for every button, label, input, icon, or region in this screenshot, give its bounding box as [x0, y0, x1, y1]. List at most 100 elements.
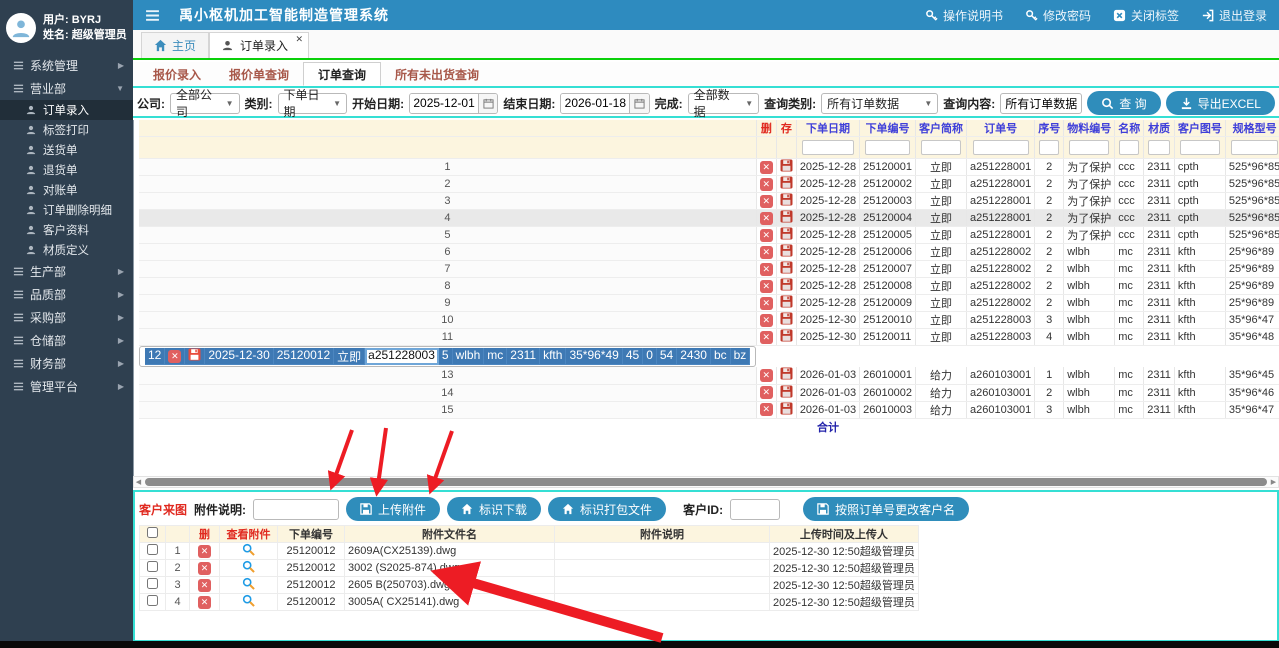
- grid-cell[interactable]: a251228001: [967, 227, 1035, 244]
- grid-cell[interactable]: 2025-12-28: [796, 261, 859, 278]
- grid-cell[interactable]: 2025-12-28: [796, 227, 859, 244]
- sidebar-item-14[interactable]: 财务部▶: [0, 352, 133, 375]
- grid-cell[interactable]: a251228001: [967, 176, 1035, 193]
- grid-cell[interactable]: wlbh: [1064, 401, 1115, 418]
- grid-cell[interactable]: 立即: [916, 210, 967, 227]
- order-row-9[interactable]: 10✕2025-12-3025120010立即a2512280033wlbhmc…: [139, 312, 1279, 329]
- grid-header-9[interactable]: 名称: [1115, 120, 1144, 137]
- grid-cell[interactable]: 525*96*85: [1225, 210, 1279, 227]
- grid-cell[interactable]: 2: [1035, 278, 1064, 295]
- grid-cell[interactable]: mc: [1115, 244, 1144, 261]
- order-row-11[interactable]: 12✕2025-12-3025120012立即a2512280035wlbhmc…: [139, 346, 756, 367]
- grid-cell[interactable]: bc: [711, 348, 731, 365]
- delete-row-icon[interactable]: ✕: [760, 314, 773, 327]
- grid-cell[interactable]: a251228003: [365, 348, 439, 365]
- save-row-icon[interactable]: [780, 402, 793, 415]
- row-checkbox[interactable]: [147, 544, 158, 555]
- grid-cell[interactable]: kfth: [1174, 367, 1225, 384]
- sidebar-item-3[interactable]: 标签打印: [0, 120, 133, 140]
- grid-cell[interactable]: 25120011: [860, 329, 916, 346]
- grid-cell[interactable]: wlbh: [1064, 312, 1115, 329]
- save-row-icon[interactable]: [780, 329, 793, 342]
- label-package-button[interactable]: 标识打包文件: [548, 497, 666, 521]
- grid-cell[interactable]: wlbh: [1064, 367, 1115, 384]
- grid-cell[interactable]: 4: [1035, 329, 1064, 346]
- delete-row-icon[interactable]: ✕: [168, 350, 181, 363]
- horizontal-scrollbar[interactable]: ◀ ▶: [133, 476, 1279, 488]
- grid-cell[interactable]: 2025-12-30: [205, 348, 273, 365]
- grid-cell[interactable]: 26010001: [860, 367, 916, 384]
- save-row-icon[interactable]: [780, 367, 793, 380]
- delete-row-icon[interactable]: ✕: [760, 229, 773, 242]
- grid-cell[interactable]: mc: [1115, 401, 1144, 418]
- grid-cell[interactable]: 25120002: [860, 176, 916, 193]
- grid-cell[interactable]: kfth: [1174, 401, 1225, 418]
- grid-cell[interactable]: kfth: [1174, 384, 1225, 401]
- grid-cell[interactable]: 2311: [1144, 384, 1175, 401]
- grid-cell[interactable]: 2025-12-28: [796, 159, 859, 176]
- scroll-right-arrow[interactable]: ▶: [1269, 478, 1278, 486]
- grid-cell[interactable]: 35*96*47: [1225, 312, 1279, 329]
- delete-row-icon[interactable]: ✕: [760, 178, 773, 191]
- grid-cell[interactable]: 2026-01-03: [796, 367, 859, 384]
- grid-cell[interactable]: 2311: [1144, 210, 1175, 227]
- grid-cell[interactable]: 立即: [916, 159, 967, 176]
- grid-cell[interactable]: 2311: [1144, 261, 1175, 278]
- nav-action-3[interactable]: 退出登录: [1201, 7, 1267, 24]
- save-row-icon[interactable]: [780, 210, 793, 223]
- grid-cell[interactable]: 为了保护: [1064, 193, 1115, 210]
- grid-cell[interactable]: 2311: [1144, 176, 1175, 193]
- hamburger-menu-icon[interactable]: [145, 9, 161, 22]
- grid-cell[interactable]: 为了保护: [1064, 176, 1115, 193]
- grid-cell[interactable]: 2311: [1144, 193, 1175, 210]
- grid-cell[interactable]: 2311: [1144, 312, 1175, 329]
- sidebar-item-1[interactable]: 营业部▼: [0, 77, 133, 100]
- grid-cell[interactable]: 25120012: [274, 348, 334, 365]
- grid-cell[interactable]: kfth: [1174, 244, 1225, 261]
- grid-cell[interactable]: ccc: [1115, 227, 1144, 244]
- grid-cell[interactable]: 2: [1035, 159, 1064, 176]
- select-all-checkbox[interactable]: [147, 527, 158, 538]
- grid-header-2[interactable]: 存: [776, 120, 796, 137]
- grid-cell[interactable]: 2311: [1144, 329, 1175, 346]
- grid-filter-input-12[interactable]: [1231, 140, 1278, 155]
- delete-attachment-icon[interactable]: ✕: [198, 596, 211, 609]
- grid-cell[interactable]: 1: [1035, 367, 1064, 384]
- grid-cell[interactable]: 525*96*85: [1225, 227, 1279, 244]
- grid-cell[interactable]: 5: [439, 348, 453, 365]
- grid-cell[interactable]: kfth: [1174, 312, 1225, 329]
- grid-cell[interactable]: a251228002: [967, 244, 1035, 261]
- grid-cell[interactable]: 25120008: [860, 278, 916, 295]
- grid-cell[interactable]: 2026-01-03: [796, 384, 859, 401]
- delete-attachment-icon[interactable]: ✕: [198, 545, 211, 558]
- grid-cell[interactable]: 25120005: [860, 227, 916, 244]
- grid-cell[interactable]: a251228003: [967, 329, 1035, 346]
- save-row-icon[interactable]: [780, 227, 793, 240]
- label-download-button[interactable]: 标识下载: [447, 497, 541, 521]
- delete-row-icon[interactable]: ✕: [760, 297, 773, 310]
- subtab-0[interactable]: 报价录入: [139, 62, 215, 86]
- grid-cell[interactable]: 立即: [916, 329, 967, 346]
- attachment-row-2[interactable]: 3 ✕ 25120012 2605 B(250703).dwg 2025-12-…: [140, 577, 919, 594]
- grid-cell[interactable]: 54: [657, 348, 677, 365]
- grid-cell[interactable]: bz: [731, 348, 751, 365]
- order-row-10[interactable]: 11✕2025-12-3025120011立即a2512280034wlbhmc…: [139, 329, 1279, 346]
- delete-row-icon[interactable]: ✕: [760, 403, 773, 416]
- grid-cell[interactable]: 给力: [916, 401, 967, 418]
- grid-cell[interactable]: 525*96*85: [1225, 159, 1279, 176]
- grid-cell[interactable]: 45: [623, 348, 643, 365]
- grid-filter-input-3[interactable]: [802, 140, 854, 155]
- sidebar-item-5[interactable]: 退货单: [0, 160, 133, 180]
- grid-cell[interactable]: a251228002: [967, 295, 1035, 312]
- grid-cell[interactable]: 25*96*89: [1225, 244, 1279, 261]
- grid-cell[interactable]: 2311: [1144, 367, 1175, 384]
- grid-cell[interactable]: 2025-12-28: [796, 176, 859, 193]
- tab-0[interactable]: 主页: [141, 32, 209, 58]
- grid-cell[interactable]: 为了保护: [1064, 210, 1115, 227]
- sidebar-item-13[interactable]: 仓储部▶: [0, 329, 133, 352]
- grid-cell[interactable]: 2025-12-30: [796, 329, 859, 346]
- grid-filter-input-4[interactable]: [865, 140, 910, 155]
- grid-cell[interactable]: ccc: [1115, 210, 1144, 227]
- grid-cell[interactable]: 2: [1035, 261, 1064, 278]
- grid-filter-input-6[interactable]: [973, 140, 1029, 155]
